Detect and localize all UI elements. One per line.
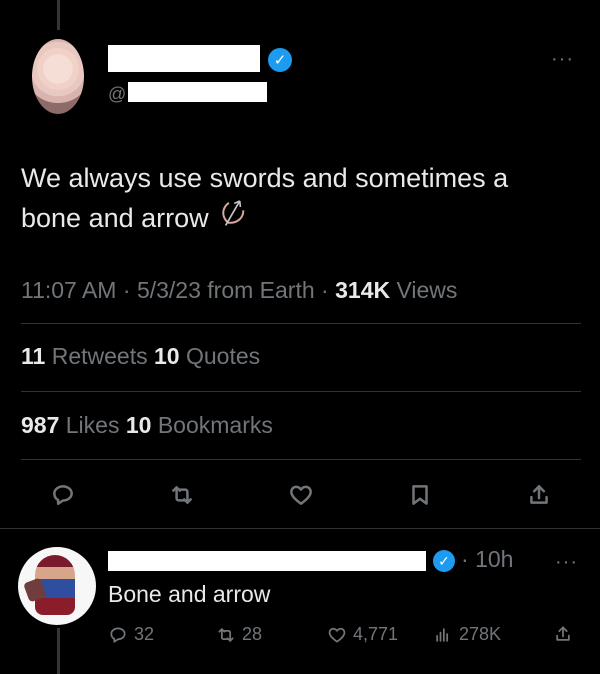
views-icon [436,627,449,642]
verified-badge-icon: ✓ [268,48,292,72]
quotes-label[interactable]: Quotes [186,343,260,369]
divider [21,459,581,460]
tweet-action-bar [46,478,556,512]
handle-prefix: @ [108,84,127,104]
reply-likes-count: 4,771 [353,624,399,644]
author-avatar[interactable] [32,39,84,114]
reply-action-bar: 32 28 4,771 278K [108,624,578,650]
reply-author-avatar[interactable] [18,547,96,625]
redacted-reply-name [108,551,426,571]
likes-bookmarks-stats: 987 Likes 10 Bookmarks [21,412,273,439]
reply-replies-count: 32 [134,624,155,644]
reply-text: Bone and arrow [108,581,271,607]
reply-retweets-count: 28 [242,624,263,644]
views-label: Views [396,277,458,303]
tweet-location: from Earth [207,277,315,303]
quotes-count[interactable]: 10 [154,343,180,369]
reply-time: · 10h [461,546,514,572]
like-icon [328,627,346,643]
retweets-label[interactable]: Retweets [52,343,148,369]
likes-label[interactable]: Likes [66,412,120,438]
more-icon[interactable]: ··· [551,48,574,71]
retweet-icon[interactable] [165,478,199,512]
reply-share-button[interactable] [553,624,579,644]
bow-and-arrow-emoji-icon [215,195,252,241]
verified-badge-icon: ✓ [433,550,455,572]
divider [21,391,581,392]
like-icon[interactable] [284,478,318,512]
reply-views-count: 278K [459,624,502,644]
divider [21,323,581,324]
bookmarks-label[interactable]: Bookmarks [158,412,273,438]
retweet-icon [218,627,234,642]
views-count: 314K [335,277,391,303]
thread-line-top [57,0,60,30]
share-icon [556,626,570,641]
reply-icon[interactable] [46,478,80,512]
redacted-handle [128,82,267,102]
retweet-quote-stats: 11 Retweets 10 Quotes [21,343,260,370]
bookmark-icon[interactable] [403,478,437,512]
reply-icon [110,626,126,643]
tweet-meta: 11:07 AM · 5/3/23 from Earth · 314K View… [21,277,458,303]
tweet-date[interactable]: 5/3/23 [137,277,201,303]
tweet-time[interactable]: 11:07 AM [21,277,116,303]
reply-retweet-button[interactable]: 28 [216,624,262,645]
likes-count[interactable]: 987 [21,412,59,438]
share-icon[interactable] [522,478,556,512]
more-icon[interactable]: ··· [555,551,578,574]
divider [0,528,600,529]
redacted-display-name [108,45,260,72]
tweet-text: We always use swords and sometimes a bon… [21,158,581,238]
retweets-count[interactable]: 11 [21,343,45,369]
thread-line-bottom [57,628,60,674]
reply-views-button[interactable]: 278K [433,624,501,645]
bookmarks-count[interactable]: 10 [126,412,152,438]
reply-reply-button[interactable]: 32 [108,624,154,645]
reply-like-button[interactable]: 4,771 [327,624,398,645]
